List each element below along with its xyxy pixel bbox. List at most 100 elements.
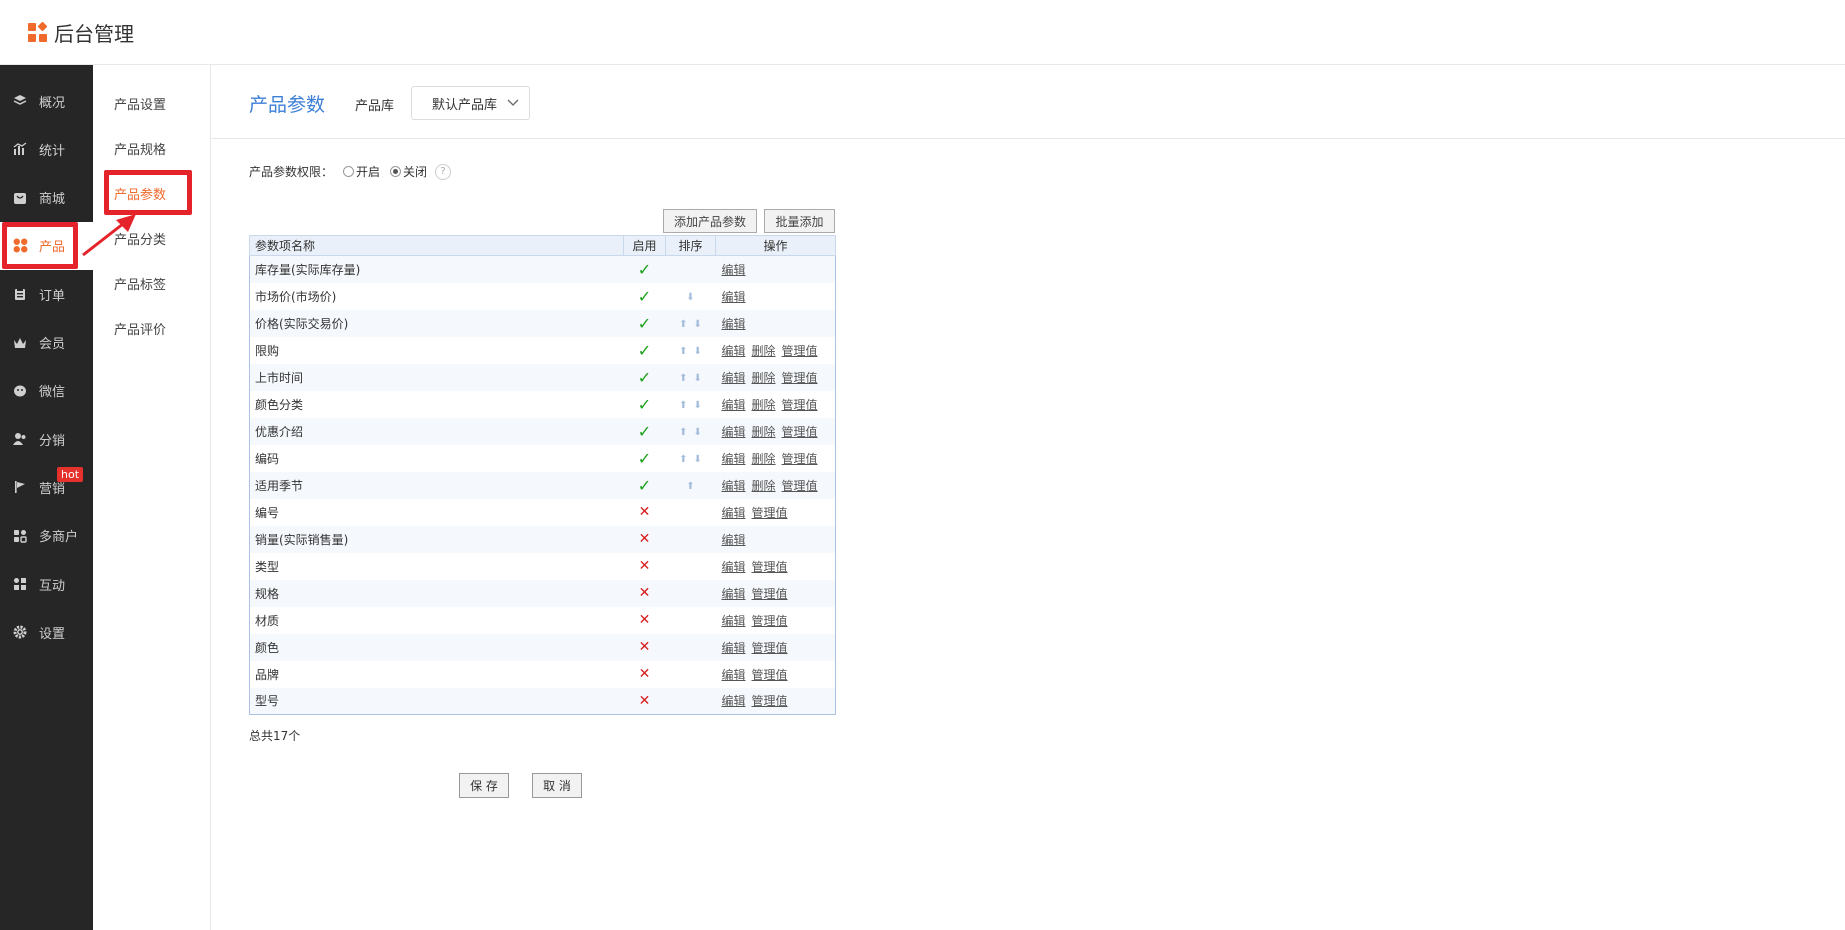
arrow-down-icon[interactable]: ⬇ bbox=[686, 292, 694, 303]
cross-icon[interactable]: ✕ bbox=[639, 504, 651, 520]
cross-icon[interactable]: ✕ bbox=[639, 531, 651, 547]
check-icon[interactable]: ✓ bbox=[638, 341, 651, 360]
action-link-2[interactable]: 管理值 bbox=[782, 452, 818, 466]
action-link-2[interactable]: 管理值 bbox=[782, 344, 818, 358]
action-link-2[interactable]: 管理值 bbox=[782, 398, 818, 412]
cross-icon[interactable]: ✕ bbox=[639, 612, 651, 628]
action-link-0[interactable]: 编辑 bbox=[722, 371, 746, 385]
action-link-0[interactable]: 编辑 bbox=[722, 533, 746, 547]
arrow-up-icon[interactable]: ⬆ bbox=[686, 481, 694, 492]
subnav-item-4[interactable]: 产品标签 bbox=[114, 274, 166, 293]
action-link-0[interactable]: 编辑 bbox=[722, 317, 746, 331]
action-link-1[interactable]: 删除 bbox=[752, 398, 776, 412]
subnav-item-0[interactable]: 产品设置 bbox=[114, 94, 166, 113]
action-link-1[interactable]: 删除 bbox=[752, 479, 776, 493]
sidebar-item-7[interactable]: 分销 bbox=[0, 415, 93, 463]
subnav-item-1[interactable]: 产品规格 bbox=[114, 139, 166, 158]
sidebar-item-10[interactable]: 互动 bbox=[0, 560, 93, 608]
radio-off[interactable]: 关闭 bbox=[390, 163, 427, 180]
action-link-0[interactable]: 编辑 bbox=[722, 641, 746, 655]
arrow-up-icon[interactable]: ⬆ bbox=[679, 454, 687, 465]
arrow-up-icon[interactable]: ⬆ bbox=[679, 427, 687, 438]
enabled-cell: ✕ bbox=[624, 661, 666, 688]
check-icon[interactable]: ✓ bbox=[638, 287, 651, 306]
check-icon[interactable]: ✓ bbox=[638, 449, 651, 468]
action-link-1[interactable]: 删除 bbox=[752, 371, 776, 385]
add-parameter-button[interactable]: 添加产品参数 bbox=[663, 209, 757, 233]
help-icon[interactable]: ? bbox=[435, 163, 452, 180]
action-link-0[interactable]: 编辑 bbox=[722, 587, 746, 601]
library-select[interactable]: 默认产品库 bbox=[411, 86, 530, 120]
sidebar-item-8[interactable]: 营销 hot bbox=[0, 463, 93, 511]
action-link-2[interactable]: 管理值 bbox=[782, 479, 818, 493]
action-link-0[interactable]: 编辑 bbox=[722, 290, 746, 304]
action-link-1[interactable]: 管理值 bbox=[752, 668, 788, 682]
action-link-1[interactable]: 管理值 bbox=[752, 694, 788, 708]
arrow-up-icon[interactable]: ⬆ bbox=[679, 319, 687, 330]
action-link-1[interactable]: 管理值 bbox=[752, 587, 788, 601]
sort-cell bbox=[666, 499, 716, 526]
action-link-0[interactable]: 编辑 bbox=[722, 614, 746, 628]
arrow-up-icon[interactable]: ⬆ bbox=[679, 346, 687, 357]
sidebar-item-1[interactable]: 统计 bbox=[0, 125, 93, 173]
action-link-0[interactable]: 编辑 bbox=[722, 694, 746, 708]
arrow-down-icon[interactable]: ⬇ bbox=[694, 373, 702, 384]
app-logo[interactable]: 后台管理 bbox=[28, 18, 134, 47]
sidebar-item-6[interactable]: 微信 bbox=[0, 367, 93, 415]
check-icon[interactable]: ✓ bbox=[638, 422, 651, 441]
arrow-down-icon[interactable]: ⬇ bbox=[694, 400, 702, 411]
sidebar-item-3[interactable]: 产品 bbox=[0, 221, 93, 270]
action-link-1[interactable]: 管理值 bbox=[752, 641, 788, 655]
cancel-button[interactable]: 取 消 bbox=[532, 773, 582, 798]
check-icon[interactable]: ✓ bbox=[638, 368, 651, 387]
action-link-1[interactable]: 管理值 bbox=[752, 614, 788, 628]
sidebar-item-5[interactable]: 会员 bbox=[0, 319, 93, 367]
action-link-0[interactable]: 编辑 bbox=[722, 425, 746, 439]
sidebar-item-11[interactable]: 设置 bbox=[0, 608, 93, 656]
cross-icon[interactable]: ✕ bbox=[639, 693, 651, 709]
batch-add-button[interactable]: 批量添加 bbox=[764, 209, 835, 233]
action-link-0[interactable]: 编辑 bbox=[722, 668, 746, 682]
sort-cell: ⬆ ⬇ bbox=[666, 445, 716, 472]
action-link-0[interactable]: 编辑 bbox=[722, 560, 746, 574]
cross-icon[interactable]: ✕ bbox=[639, 639, 651, 655]
total-count: 总共17个 bbox=[249, 729, 301, 743]
cross-icon[interactable]: ✕ bbox=[639, 585, 651, 601]
radio-on[interactable]: 开启 bbox=[343, 163, 380, 180]
arrow-down-icon[interactable]: ⬇ bbox=[694, 427, 702, 438]
check-icon[interactable]: ✓ bbox=[638, 260, 651, 279]
action-link-1[interactable]: 管理值 bbox=[752, 506, 788, 520]
action-link-2[interactable]: 管理值 bbox=[782, 425, 818, 439]
cross-icon[interactable]: ✕ bbox=[639, 666, 651, 682]
action-link-1[interactable]: 删除 bbox=[752, 452, 776, 466]
arrow-down-icon[interactable]: ⬇ bbox=[694, 319, 702, 330]
sidebar-item-2[interactable]: 商城 bbox=[0, 174, 93, 222]
action-link-2[interactable]: 管理值 bbox=[782, 371, 818, 385]
arrow-down-icon[interactable]: ⬇ bbox=[694, 454, 702, 465]
check-icon[interactable]: ✓ bbox=[638, 476, 651, 495]
action-link-0[interactable]: 编辑 bbox=[722, 452, 746, 466]
sidebar-item-0[interactable]: 概况 bbox=[0, 77, 93, 125]
action-link-1[interactable]: 管理值 bbox=[752, 560, 788, 574]
arrow-down-icon[interactable]: ⬇ bbox=[694, 346, 702, 357]
action-link-0[interactable]: 编辑 bbox=[722, 506, 746, 520]
arrow-up-icon[interactable]: ⬆ bbox=[679, 373, 687, 384]
param-name: 适用季节 bbox=[249, 471, 624, 499]
sidebar-item-4[interactable]: 订单 bbox=[0, 270, 93, 318]
action-link-1[interactable]: 删除 bbox=[752, 344, 776, 358]
check-icon[interactable]: ✓ bbox=[638, 395, 651, 414]
action-link-1[interactable]: 删除 bbox=[752, 425, 776, 439]
action-link-0[interactable]: 编辑 bbox=[722, 263, 746, 277]
action-link-0[interactable]: 编辑 bbox=[722, 398, 746, 412]
action-link-0[interactable]: 编辑 bbox=[722, 479, 746, 493]
subnav-item-5[interactable]: 产品评价 bbox=[114, 319, 166, 338]
save-button[interactable]: 保 存 bbox=[459, 773, 509, 798]
subnav-item-3[interactable]: 产品分类 bbox=[114, 229, 166, 248]
sort-cell: ⬆ bbox=[665, 471, 716, 499]
sidebar-item-9[interactable]: 多商户 bbox=[0, 512, 93, 560]
cross-icon[interactable]: ✕ bbox=[639, 558, 651, 574]
check-icon[interactable]: ✓ bbox=[638, 314, 651, 333]
action-link-0[interactable]: 编辑 bbox=[722, 344, 746, 358]
subnav-item-2[interactable]: 产品参数 bbox=[114, 184, 166, 203]
arrow-up-icon[interactable]: ⬆ bbox=[679, 400, 687, 411]
